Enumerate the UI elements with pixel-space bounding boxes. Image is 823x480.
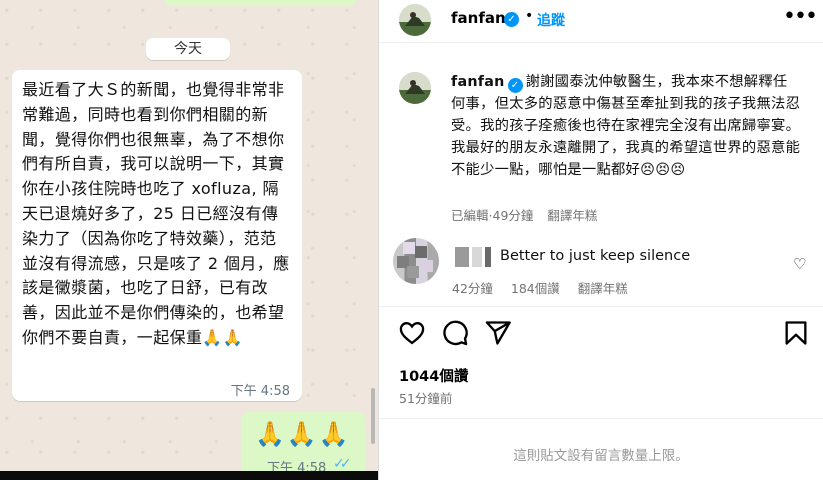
edited-label: 已編輯: [451, 208, 489, 223]
actions-divider: [379, 306, 823, 307]
comment-likes[interactable]: 184個讚: [511, 281, 560, 296]
save-icon[interactable]: [782, 319, 810, 347]
incoming-message-bubble[interactable]: 最近看了大Ｓ的新聞，也覺得非常非常難過，同時也看到你們相關的新聞，覺得你們也很無…: [12, 70, 302, 401]
separator-dot: •: [525, 8, 534, 24]
outgoing-message-text: 🙏🙏🙏: [255, 420, 351, 448]
heart-icon[interactable]: [398, 319, 426, 347]
follow-button[interactable]: 追蹤: [537, 10, 565, 30]
comments-divider: [379, 418, 823, 419]
outgoing-message-bubble[interactable]: 🙏🙏🙏 下午 4:58 ✓✓: [241, 412, 365, 480]
post-caption: fanfan ✓ 謝謝國泰沈仲敏醫生，我本來不想解釋任何事，但太多的惡意中傷甚至牽扯…: [451, 71, 801, 181]
avatar[interactable]: [399, 4, 431, 36]
caption-time[interactable]: 49分鐘: [493, 208, 534, 223]
caption-username[interactable]: fanfan: [451, 74, 505, 90]
share-icon[interactable]: [484, 319, 512, 347]
post-author-username[interactable]: fanfan: [451, 9, 506, 27]
caption-meta: 已編輯·49分鐘 翻譯年糕: [451, 208, 598, 223]
comment-meta: 42分鐘 184個讚 翻譯年糕: [452, 278, 642, 297]
see-translation-link[interactable]: 翻譯年糕: [578, 281, 628, 296]
screen: 今天 最近看了大Ｓ的新聞，也覺得非常非常難過，同時也看到你們相關的新聞，覺得你們…: [0, 0, 823, 480]
post-timestamp[interactable]: 51分鐘前: [399, 388, 452, 407]
verified-badge-icon: ✓: [504, 12, 519, 27]
see-translation-link[interactable]: 翻譯年糕: [547, 208, 597, 223]
comment-time[interactable]: 42分鐘: [452, 281, 493, 296]
header-divider: [379, 42, 823, 43]
incoming-message-text: 最近看了大Ｓ的新聞，也覺得非常非常難過，同時也看到你們相關的新聞，覺得你們也很無…: [22, 80, 290, 347]
comment-like-heart-icon[interactable]: ♡: [793, 255, 806, 273]
verified-badge-icon: ✓: [507, 78, 523, 93]
avatar[interactable]: [399, 72, 431, 104]
more-options-icon[interactable]: •••: [783, 6, 818, 28]
chat-screenshot: 今天 最近看了大Ｓ的新聞，也覺得非常非常難過，同時也看到你們相關的新聞，覺得你們…: [0, 0, 378, 480]
double-check-icon: ✓✓: [333, 456, 352, 472]
avatar[interactable]: [393, 238, 439, 284]
like-count[interactable]: 1044個讚: [399, 365, 468, 386]
comment-text: Better to just keep silence: [500, 248, 691, 264]
commenter-name-redacted[interactable]: [455, 247, 495, 267]
previous-message-bubble: [165, 0, 355, 6]
incoming-message-time: 下午 4:58: [230, 384, 290, 399]
chat-bottom-bar: [0, 471, 378, 480]
date-divider: 今天: [146, 38, 230, 60]
chat-scrollbar[interactable]: [371, 388, 375, 444]
comment-icon[interactable]: [441, 319, 469, 347]
instagram-post-panel: fanfan ✓ • 追蹤 ••• fanfan ✓ 謝謝國泰沈仲敏醫生，我本來不想…: [379, 0, 823, 480]
comments-limit-notice: 這則貼文設有留言數量上限。: [513, 448, 689, 464]
